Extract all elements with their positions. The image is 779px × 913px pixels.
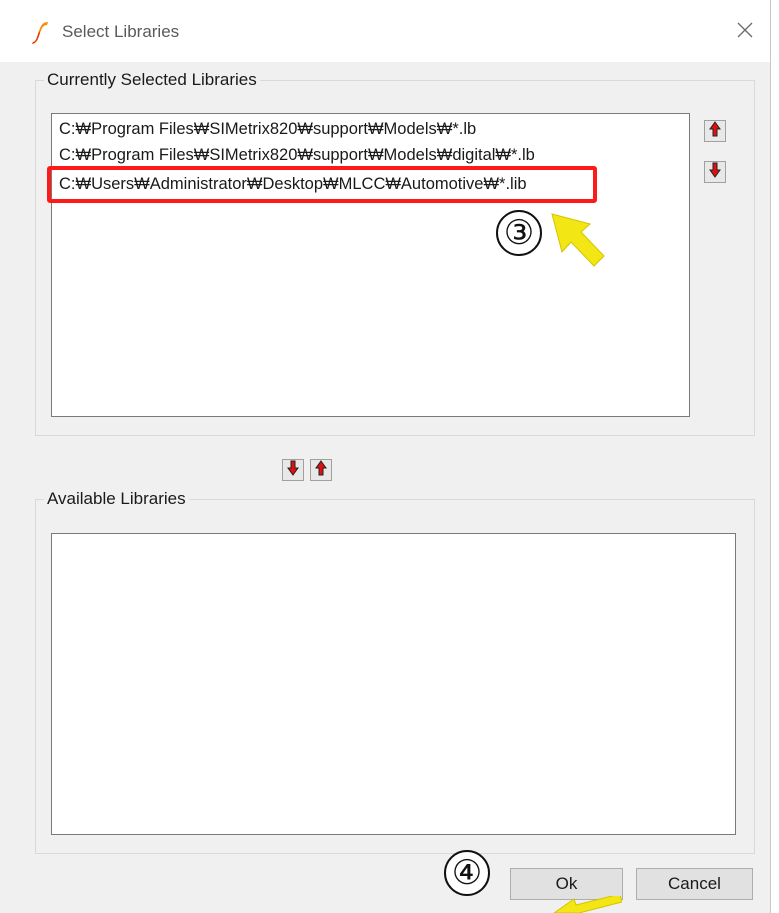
remove-library-button[interactable] — [282, 459, 304, 481]
arrow-down-icon — [287, 460, 299, 481]
highlight-box — [47, 166, 597, 203]
select-libraries-dialog: Select Libraries Currently Selected Libr… — [0, 0, 771, 913]
arrow-up-icon — [709, 120, 721, 142]
list-item[interactable]: C:₩Program Files₩SIMetrix820₩support₩Mod… — [59, 120, 476, 139]
pointer-arrow-icon — [553, 896, 622, 913]
window-title: Select Libraries — [62, 22, 180, 41]
available-libraries-label: Available Libraries — [47, 489, 186, 508]
close-icon — [737, 22, 753, 43]
available-libraries-list[interactable] — [51, 533, 736, 835]
arrow-up-icon — [315, 459, 327, 481]
title-bar: Select Libraries — [0, 0, 770, 62]
arrow-down-icon — [709, 162, 721, 183]
add-library-button[interactable] — [310, 459, 332, 481]
step-3-marker: ③ — [496, 210, 542, 256]
move-down-button[interactable] — [704, 161, 726, 183]
list-item[interactable]: C:₩Program Files₩SIMetrix820₩support₩Mod… — [59, 146, 535, 165]
selected-libraries-label: Currently Selected Libraries — [47, 70, 257, 89]
simetrix-logo-icon — [30, 20, 50, 44]
pointer-arrow-icon — [551, 213, 605, 267]
move-up-button[interactable] — [704, 120, 726, 142]
close-button[interactable] — [727, 14, 763, 50]
step-4-marker: ④ — [444, 850, 490, 896]
cancel-button[interactable]: Cancel — [636, 868, 753, 900]
